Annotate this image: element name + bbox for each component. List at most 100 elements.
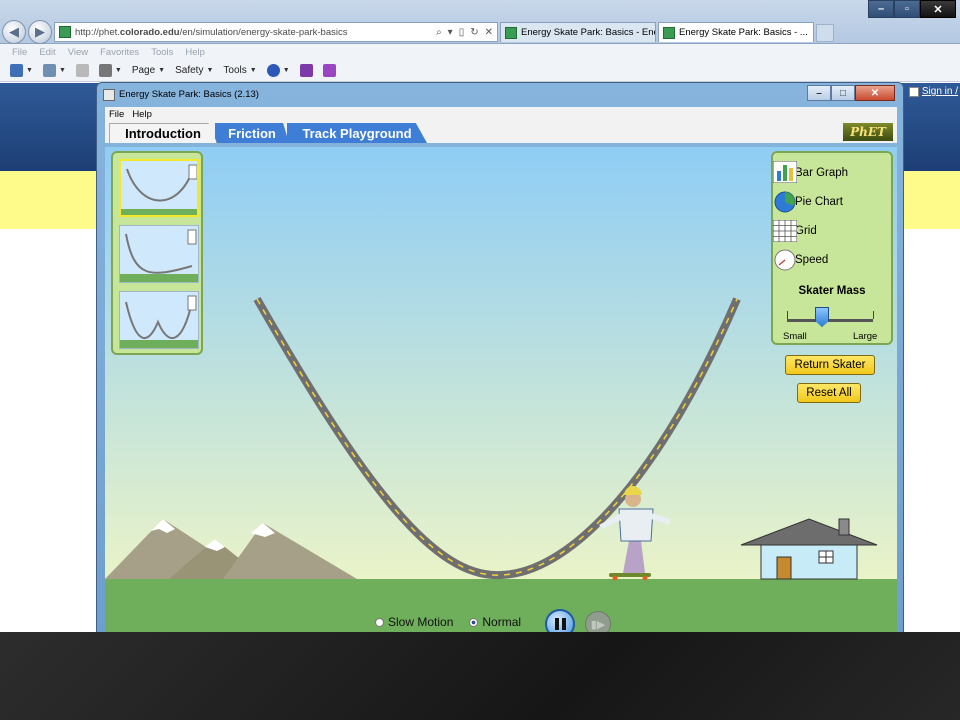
site-favicon-icon <box>59 26 71 38</box>
refresh-icon[interactable]: ↻ <box>470 27 478 38</box>
checkbox-label: Pie Chart <box>795 196 843 208</box>
menu-help[interactable]: Help <box>185 47 205 58</box>
feeds-button[interactable]: ▼ <box>42 64 66 77</box>
sign-in-link[interactable]: Sign in / <box>908 86 958 97</box>
skater-mass-title: Skater Mass <box>798 285 866 297</box>
home-icon <box>10 64 23 77</box>
print-button[interactable]: ▼ <box>98 64 122 77</box>
tools-menu-label: Tools <box>223 65 247 76</box>
close-button[interactable]: ✕ <box>920 0 956 18</box>
return-skater-button[interactable]: Return Skater <box>785 355 875 375</box>
track-thumbnail-1[interactable] <box>119 159 199 217</box>
tab-friction[interactable]: Friction <box>215 123 289 143</box>
print-icon <box>98 64 112 77</box>
tools-menu[interactable]: Tools ▼ <box>223 65 256 76</box>
onenote-button[interactable] <box>299 64 313 77</box>
screen: ◀ ▶ http://phet.colorado.edu/en/simulati… <box>0 0 960 632</box>
tab-introduction[interactable]: Introduction <box>109 123 217 143</box>
forward-arrow-icon: ▶ <box>35 24 45 39</box>
playback-speed-controls: Slow Motion Normal <box>375 615 521 629</box>
tab-track-playground[interactable]: Track Playground <box>287 123 427 143</box>
home-button[interactable]: ▼ <box>10 64 33 77</box>
browser-tab-1[interactable]: Energy Skate Park: Basics - Ene... <box>500 22 656 42</box>
app-minimize-button[interactable]: – <box>807 85 831 101</box>
command-bar: ▼ ▼ ▼ Page ▼ Safety ▼ Tools ▼ ▼ <box>0 60 960 82</box>
phet-logo[interactable]: PhET <box>843 123 893 141</box>
app-menu-file[interactable]: File <box>109 109 124 120</box>
app-window-controls: – □ ✕ <box>807 85 895 101</box>
reset-all-button[interactable]: Reset All <box>797 383 861 403</box>
slow-motion-radio[interactable] <box>375 617 384 627</box>
skater-mass-slider-thumb[interactable] <box>815 307 829 327</box>
address-url: http://phet.colorado.edu/en/simulation/e… <box>75 27 436 38</box>
menu-tools[interactable]: Tools <box>151 47 173 58</box>
app-menu-help[interactable]: Help <box>132 109 152 120</box>
page-menu[interactable]: Page ▼ <box>132 65 165 76</box>
safety-menu[interactable]: Safety ▼ <box>175 65 213 76</box>
onenote-icon <box>299 64 313 77</box>
sign-in-label: Sign in / <box>921 86 958 97</box>
menu-file[interactable]: File <box>12 47 27 58</box>
tab-favicon-icon <box>505 26 517 39</box>
checkbox-label: Speed <box>795 254 829 266</box>
maximize-button[interactable]: ▫ <box>894 0 920 18</box>
simulation-area: Bar Graph Pie Chart Grid Speed Skater Ma… <box>105 147 897 632</box>
url-path: /en/simulation/energy-skate-park-basics <box>179 26 348 38</box>
track-thumbnail-3[interactable] <box>119 291 199 349</box>
app-menubar: File Help <box>105 107 897 121</box>
grid-icon <box>773 220 797 242</box>
mail-button[interactable] <box>75 64 89 77</box>
app-maximize-button[interactable]: □ <box>831 85 855 101</box>
search-icon[interactable]: ⌕ <box>436 27 442 38</box>
menu-edit[interactable]: Edit <box>39 47 55 58</box>
thumbnail-preview <box>121 161 197 215</box>
browser-tab-2[interactable]: Energy Skate Park: Basics - ... <box>658 22 814 42</box>
skater-mass-slider[interactable] <box>787 319 873 322</box>
tab-label: Introduction <box>125 126 201 141</box>
safety-menu-label: Safety <box>175 65 204 76</box>
browser-titlebar: ◀ ▶ http://phet.colorado.edu/en/simulati… <box>0 0 960 44</box>
onenote-send-icon <box>322 64 336 77</box>
presentation-background <box>0 632 960 720</box>
mail-icon <box>75 64 89 77</box>
back-button[interactable]: ◀ <box>2 20 26 44</box>
stop-icon[interactable]: ✕ <box>485 27 493 38</box>
menu-favorites[interactable]: Favorites <box>100 47 139 58</box>
browser-menubar: File Edit View Favorites Tools Help <box>0 44 960 60</box>
dropdown-icon[interactable]: ▾ <box>448 27 453 38</box>
thumbnail-preview <box>120 226 198 282</box>
forward-button[interactable]: ▶ <box>28 20 52 44</box>
slow-motion-label: Slow Motion <box>388 615 454 629</box>
compat-view-icon[interactable]: ▯ <box>459 27 465 38</box>
help-button[interactable]: ▼ <box>266 64 290 77</box>
app-tabbar: Track Playground Friction Introduction P… <box>105 121 897 143</box>
control-panel: Bar Graph Pie Chart Grid Speed Skater Ma… <box>771 151 893 345</box>
app-title: Energy Skate Park: Basics (2.13) <box>119 89 259 100</box>
track-thumbnail-2[interactable] <box>119 225 199 283</box>
tab-label: Energy Skate Park: Basics - ... <box>679 27 808 38</box>
address-bar[interactable]: http://phet.colorado.edu/en/simulation/e… <box>54 22 498 42</box>
window-controls: – ▫ ✕ <box>868 0 956 18</box>
rss-icon <box>42 64 56 77</box>
slider-min-label: Small <box>783 331 807 342</box>
pie-chart-icon <box>774 191 796 213</box>
step-button[interactable]: ▮▶ <box>585 611 611 632</box>
tab-label: Friction <box>228 125 276 141</box>
pause-button[interactable] <box>545 609 575 632</box>
slider-max-label: Large <box>853 331 878 342</box>
user-icon <box>908 86 919 97</box>
url-domain: colorado.edu <box>119 26 180 38</box>
menu-view[interactable]: View <box>68 47 88 58</box>
new-tab-button[interactable] <box>816 24 834 42</box>
speedometer-icon <box>774 249 796 271</box>
step-forward-icon: ▮▶ <box>590 618 606 631</box>
normal-speed-radio[interactable] <box>469 617 479 627</box>
back-arrow-icon: ◀ <box>9 24 19 39</box>
onenote-send-button[interactable] <box>322 64 336 77</box>
bar-graph-icon <box>773 161 797 183</box>
checkbox-label: Grid <box>795 225 817 237</box>
app-close-button[interactable]: ✕ <box>855 85 895 101</box>
slider-tick <box>873 311 874 319</box>
help-icon <box>266 64 280 77</box>
minimize-button[interactable]: – <box>868 0 894 18</box>
